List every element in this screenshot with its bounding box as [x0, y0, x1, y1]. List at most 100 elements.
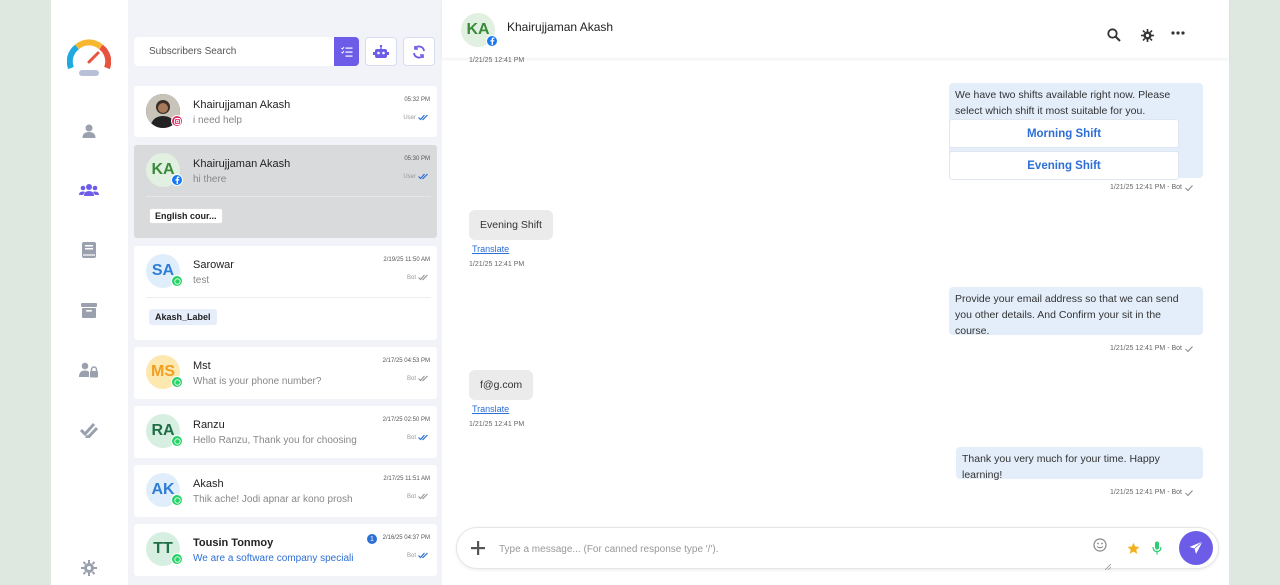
- conversation-item[interactable]: AK Akash Thik ache! Jodi apnar ar kono p…: [134, 465, 437, 517]
- check-icon: [1185, 489, 1193, 496]
- filter-button[interactable]: [334, 37, 359, 66]
- conversation-status: Bot: [407, 493, 430, 500]
- check-icon: [1185, 345, 1193, 352]
- contact-name: Khairujjaman Akash: [507, 20, 614, 34]
- conversation-status: Bot: [407, 552, 430, 559]
- chat-panel: KA Khairujjaman Akash 1/21/25 12:41 PM W…: [442, 0, 1229, 585]
- refresh-icon: [413, 45, 425, 58]
- settings-icon[interactable]: [79, 558, 99, 578]
- status-text: Bot: [406, 552, 416, 559]
- double-check-icon: [418, 552, 428, 559]
- status-text: Bot: [406, 274, 416, 281]
- users-group-icon[interactable]: [79, 180, 99, 200]
- conversation-time: 05:32 PM: [404, 97, 430, 103]
- outgoing-message: Provide your email address so that we ca…: [949, 287, 1203, 337]
- conversation-preview: test: [193, 275, 210, 286]
- message-composer: [456, 527, 1219, 571]
- star-icon[interactable]: [1127, 542, 1141, 556]
- whatsapp-icon: [171, 376, 183, 388]
- double-check-icon: [418, 173, 428, 180]
- message-meta: 1/21/25 12:41 PM - Bot: [1110, 184, 1193, 191]
- conversation-item-active[interactable]: KA Khairujjaman Akash hi there 05:30 PM …: [134, 145, 437, 238]
- user-lock-icon[interactable]: [79, 360, 99, 380]
- book-icon[interactable]: [79, 240, 99, 260]
- emoji-icon[interactable]: [1093, 538, 1107, 552]
- conversation-time: 2/16/25 04:37 PM: [382, 535, 430, 541]
- message-meta: 1/21/25 12:41 PM - Bot: [1110, 489, 1193, 496]
- send-icon: [1189, 541, 1203, 554]
- status-text: Bot: [406, 493, 416, 500]
- conversation-time: 2/19/25 11:50 AM: [383, 257, 430, 263]
- translate-link[interactable]: Translate: [472, 244, 509, 254]
- morning-shift-button[interactable]: Morning Shift: [949, 119, 1179, 148]
- status-text: Bot: [406, 375, 416, 382]
- whatsapp-icon: [171, 435, 183, 447]
- send-button[interactable]: [1179, 531, 1213, 565]
- conversation-name: Akash: [193, 478, 224, 490]
- status-text: User: [403, 114, 416, 121]
- whatsapp-icon: [171, 494, 183, 506]
- conversation-status: User: [403, 173, 430, 180]
- conversation-time: 05:30 PM: [404, 156, 430, 162]
- incoming-message: f@g.com: [469, 370, 534, 400]
- more-options-icon[interactable]: [1170, 25, 1186, 41]
- conversation-item[interactable]: MS Mst What is your phone number? 2/17/2…: [134, 347, 437, 399]
- check-icon: [1185, 184, 1193, 191]
- conversation-label[interactable]: English cour...: [149, 208, 223, 224]
- message-input[interactable]: [499, 538, 1059, 560]
- conversation-status: Bot: [407, 434, 430, 441]
- conversation-item[interactable]: SA Sarowar test 2/19/25 11:50 AM Bot Aka…: [134, 246, 437, 340]
- facebook-icon: [486, 35, 498, 47]
- app-window: Khairujjaman Akash i need help 05:32 PM …: [51, 0, 1229, 585]
- instagram-icon: [171, 115, 183, 127]
- conversation-name: Khairujjaman Akash: [193, 158, 291, 170]
- subscribers-search-input[interactable]: [134, 37, 334, 66]
- search-row: [134, 37, 437, 66]
- double-check-icon: [418, 114, 428, 121]
- conversation-item[interactable]: RA Ranzu Hello Ranzu, Thank you for choo…: [134, 406, 437, 458]
- double-check-icon: [418, 274, 428, 281]
- user-icon[interactable]: [79, 121, 99, 141]
- translate-link[interactable]: Translate: [472, 404, 509, 414]
- meta-text: 1/21/25 12:41 PM - Bot: [1110, 345, 1182, 352]
- meta-text: 1/21/25 12:41 PM - Bot: [1110, 489, 1182, 496]
- unread-count-badge: 1: [367, 534, 377, 544]
- conversation-preview: We are a software company speciali: [193, 553, 354, 564]
- evening-shift-button[interactable]: Evening Shift: [949, 151, 1179, 180]
- message-meta: 1/21/25 12:41 PM - Bot: [1110, 345, 1193, 352]
- status-text: User: [403, 173, 416, 180]
- conversation-name: Ranzu: [193, 419, 225, 431]
- conversation-name: Sarowar: [193, 259, 234, 271]
- conversation-item[interactable]: Khairujjaman Akash i need help 05:32 PM …: [134, 86, 437, 137]
- resize-handle-icon[interactable]: [1104, 557, 1112, 571]
- whatsapp-icon: [171, 553, 183, 565]
- outgoing-message: Thank you very much for your time. Happy…: [956, 447, 1203, 481]
- search-box: [134, 37, 359, 66]
- double-check-icon: [418, 434, 428, 441]
- message-timestamp: 1/21/25 12:41 PM: [469, 421, 525, 428]
- chat-header: KA Khairujjaman Akash: [442, 0, 1229, 58]
- message-timestamp: 1/21/25 12:41 PM: [469, 57, 525, 64]
- whatsapp-icon: [171, 275, 183, 287]
- archive-icon[interactable]: [79, 300, 99, 320]
- microphone-icon[interactable]: [1152, 541, 1164, 557]
- left-rail: [51, 0, 128, 585]
- conversation-item[interactable]: TT Tousin Tonmoy We are a software compa…: [134, 524, 437, 576]
- conversation-status: Bot: [407, 274, 430, 281]
- meta-text: 1/21/25 12:41 PM - Bot: [1110, 184, 1182, 191]
- refresh-button[interactable]: [403, 37, 435, 66]
- conversation-time: 2/17/25 02:50 PM: [382, 417, 430, 423]
- gear-icon[interactable]: [1139, 27, 1155, 43]
- conversation-name: Tousin Tonmoy: [193, 537, 274, 549]
- conversation-preview: i need help: [193, 115, 242, 126]
- plus-icon[interactable]: [471, 541, 485, 555]
- app-logo[interactable]: [66, 38, 112, 78]
- divider: [146, 196, 431, 197]
- robot-icon: [373, 44, 389, 58]
- message-text: We have two shifts available right now. …: [955, 89, 1171, 117]
- double-check-icon[interactable]: [79, 420, 99, 440]
- bot-button[interactable]: [365, 37, 397, 66]
- conversation-label[interactable]: Akash_Label: [149, 309, 217, 325]
- search-icon[interactable]: [1106, 27, 1122, 43]
- status-text: Bot: [406, 434, 416, 441]
